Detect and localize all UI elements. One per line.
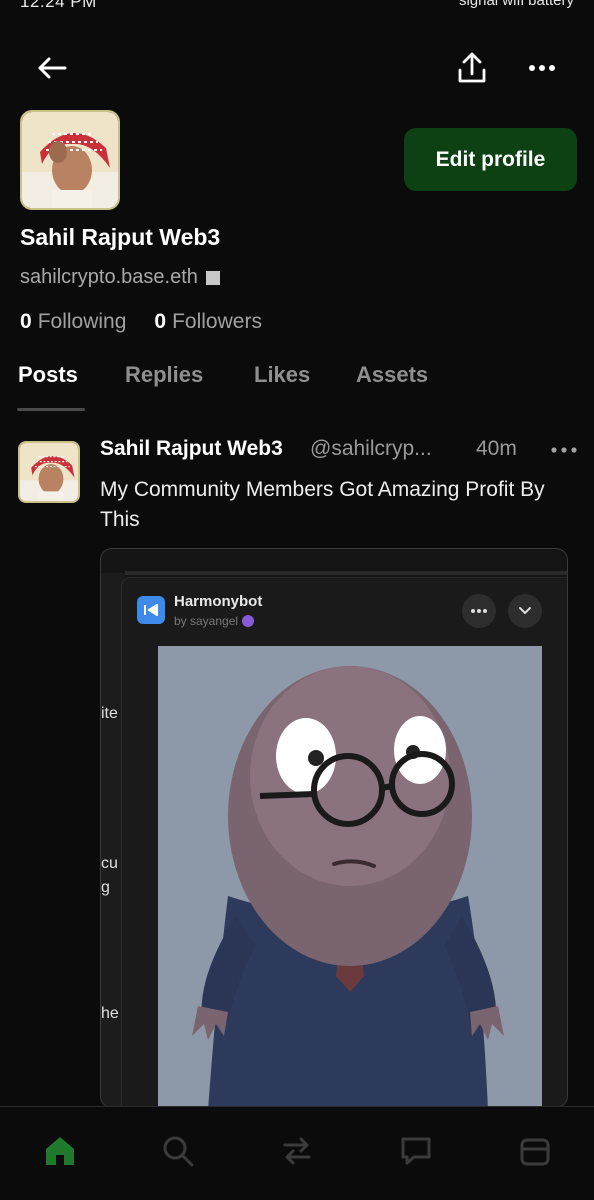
post-author-avatar[interactable] <box>18 441 80 503</box>
handle-badge-icon <box>205 270 220 285</box>
nav-wallet[interactable] <box>515 1131 555 1171</box>
profile-avatar[interactable] <box>20 110 120 210</box>
bot-author: by sayangel <box>174 614 255 628</box>
nav-repost[interactable] <box>277 1131 317 1171</box>
avatar-image <box>20 443 78 501</box>
embed-more-button <box>462 594 496 628</box>
post-media-embed[interactable]: ite cu g he Harmonybot by sayangel <box>100 548 568 1108</box>
profile-tabs: Posts Replies Likes Assets <box>0 362 594 412</box>
embed-bot-window: Harmonybot by sayangel <box>121 577 567 1107</box>
verified-badge-icon <box>242 615 255 627</box>
status-icons: signal wifi battery <box>458 0 574 9</box>
tab-assets[interactable]: Assets <box>356 362 428 388</box>
followers-label: Followers <box>172 310 262 333</box>
following-count: 0 <box>20 310 32 333</box>
profile-handle-row: sahilcrypto.base.eth <box>20 266 220 289</box>
more-horizontal-icon <box>471 609 487 613</box>
bot-character-image <box>158 646 542 1107</box>
bottom-navigation <box>0 1106 594 1200</box>
tab-replies[interactable]: Replies <box>125 362 203 388</box>
edit-profile-button[interactable]: Edit profile <box>404 128 577 191</box>
post-author-name[interactable]: Sahil Rajput Web3 <box>100 437 283 461</box>
follow-stats: 0 Following 0 Followers <box>20 310 262 334</box>
post-more-button[interactable] <box>550 435 580 465</box>
nav-search[interactable] <box>158 1131 198 1171</box>
post-body-text: My Community Members Got Amazing Profit … <box>100 478 545 531</box>
bot-author-label: by sayangel <box>174 614 239 628</box>
side-fragment: ite <box>101 705 118 722</box>
post-timestamp: 40m <box>476 437 517 460</box>
more-horizontal-icon <box>529 65 555 71</box>
arrow-left-icon <box>38 57 67 79</box>
share-button[interactable] <box>450 46 494 90</box>
followers-stat[interactable]: 0 Followers <box>154 310 262 334</box>
status-time: 12:24 PM <box>20 0 97 11</box>
side-fragment: cu <box>101 855 118 872</box>
side-fragment: g <box>101 879 110 896</box>
embed-divider <box>125 571 567 575</box>
status-bar: 12:24 PM signal wifi battery <box>0 0 594 14</box>
tab-posts[interactable]: Posts <box>18 362 78 388</box>
more-horizontal-icon <box>551 447 577 453</box>
embed-collapse-button <box>508 594 542 628</box>
tab-likes[interactable]: Likes <box>254 362 310 388</box>
post-author-handle[interactable]: @sahilcryp... <box>310 437 432 461</box>
search-icon <box>163 1136 194 1167</box>
bot-logo-icon <box>137 596 165 624</box>
nav-messages[interactable] <box>396 1131 436 1171</box>
nav-home[interactable] <box>40 1131 80 1171</box>
profile-display-name: Sahil Rajput Web3 <box>20 224 221 250</box>
wallet-icon <box>520 1138 550 1166</box>
more-options-button[interactable] <box>520 46 564 90</box>
chat-icon <box>401 1137 431 1165</box>
repost-icon <box>283 1137 311 1165</box>
back-button[interactable] <box>30 48 74 88</box>
side-fragment: he <box>101 1005 119 1022</box>
following-label: Following <box>37 310 127 333</box>
profile-handle: sahilcrypto.base.eth <box>20 266 198 288</box>
home-icon <box>46 1137 74 1165</box>
chevron-down-icon <box>519 607 531 615</box>
bot-name: Harmonybot <box>174 593 263 610</box>
post-header: Sahil Rajput Web3 @sahilcryp... 40m <box>100 437 580 467</box>
followers-count: 0 <box>154 310 167 333</box>
avatar-image <box>22 112 118 208</box>
share-upload-icon <box>458 52 486 83</box>
active-tab-indicator <box>17 408 85 411</box>
following-stat[interactable]: 0 Following <box>20 310 126 334</box>
